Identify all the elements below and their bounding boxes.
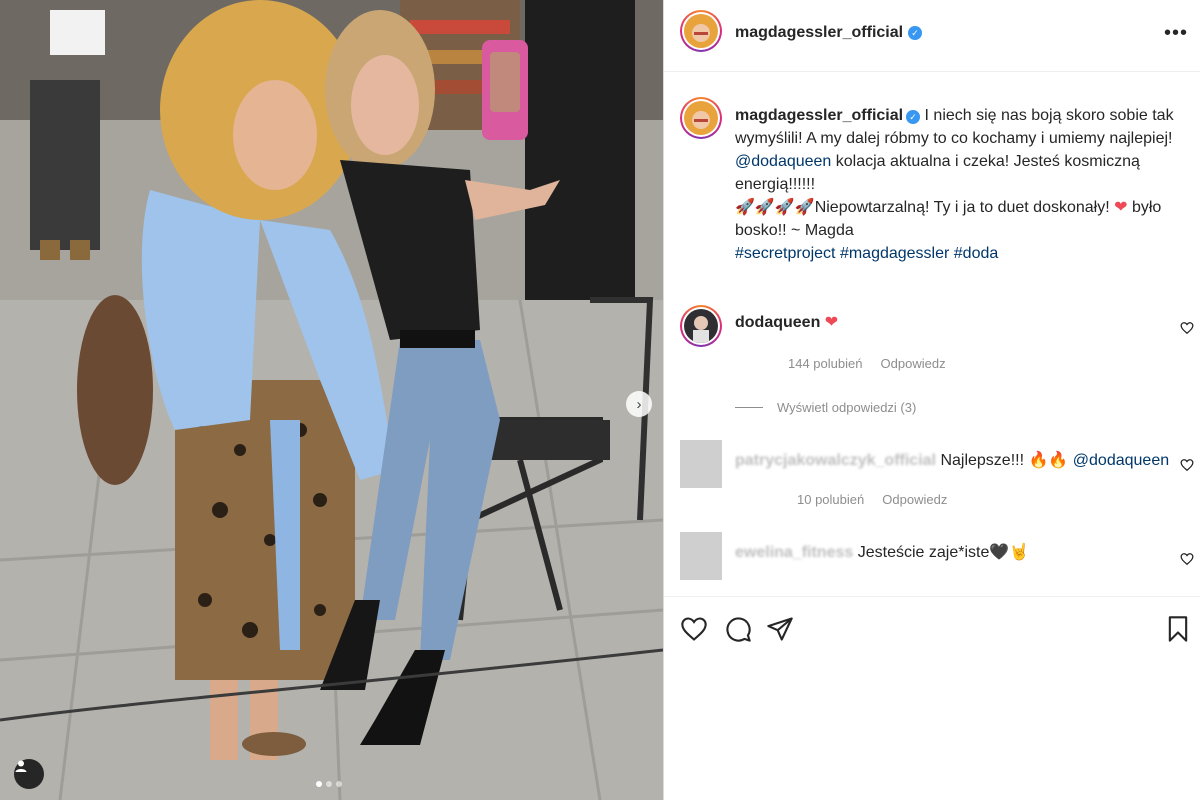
caption-hashtags[interactable]: #secretproject #magdagessler #doda — [735, 245, 998, 262]
instagram-post-view: › magdagessler_official ✓ ••• magdagessl… — [0, 0, 1200, 800]
comment-username-blurred[interactable]: patrycjakowalczyk_official — [735, 452, 936, 469]
comment-body: ewelina_fitness Jesteście zaje*iste🖤🤘 — [735, 542, 1029, 562]
chevron-right-icon: › — [636, 395, 642, 413]
comment-meta: 144 polubień Odpowiedz — [788, 356, 946, 371]
comment-bubble-icon[interactable] — [724, 615, 752, 643]
avatar-image — [684, 309, 718, 343]
heart-emoji: ❤ — [1114, 199, 1128, 216]
like-comment-heart-icon[interactable] — [1180, 552, 1194, 566]
tagged-people-button[interactable] — [14, 759, 44, 789]
verified-badge-icon: ✓ — [908, 26, 923, 40]
reply-button[interactable]: Odpowiedz — [881, 356, 946, 371]
comment-username[interactable]: dodaqueen — [735, 314, 820, 331]
comment-body: dodaqueen ❤ — [735, 312, 838, 332]
post-side-panel: magdagessler_official ✓ ••• magdagessler… — [663, 0, 1200, 800]
commenter-avatar-placeholder[interactable] — [680, 532, 722, 580]
author-name-row: magdagessler_official ✓ — [735, 24, 923, 42]
person-icon — [15, 760, 27, 772]
caption-username[interactable]: magdagessler_official — [735, 107, 903, 124]
author-avatar[interactable] — [680, 10, 722, 52]
comment-likes[interactable]: 144 polubień — [788, 356, 862, 371]
divider-line — [735, 407, 763, 408]
carousel-dot — [316, 781, 322, 787]
comment-body: patrycjakowalczyk_official Najlepsze!!! … — [735, 450, 1169, 470]
carousel-next-button[interactable]: › — [626, 391, 652, 417]
post-photo-illustration — [0, 0, 663, 800]
like-comment-heart-icon[interactable] — [1180, 321, 1194, 335]
verified-badge-icon: ✓ — [906, 110, 921, 124]
commenter-avatar[interactable] — [680, 305, 722, 347]
post-caption: magdagessler_official ✓ I niech się nas b… — [735, 104, 1185, 265]
comment-username-blurred[interactable]: ewelina_fitness — [735, 544, 853, 561]
comment-text: Najlepsze!!! 🔥🔥 — [940, 452, 1069, 469]
caption-mention[interactable]: @dodaqueen — [735, 153, 831, 170]
carousel-dot — [336, 781, 342, 787]
commenter-avatar-placeholder[interactable] — [680, 440, 722, 488]
view-replies-label: Wyświetl odpowiedzi (3) — [777, 400, 917, 415]
avatar-image — [684, 101, 718, 135]
like-heart-icon[interactable] — [680, 615, 708, 643]
comment-text: Jesteście zaje*iste🖤🤘 — [857, 544, 1030, 561]
carousel-dot — [326, 781, 332, 787]
share-paper-plane-icon[interactable] — [766, 615, 794, 643]
post-photo[interactable]: › — [0, 0, 663, 800]
post-header: magdagessler_official ✓ ••• — [664, 0, 1200, 72]
save-bookmark-icon[interactable] — [1164, 615, 1192, 643]
carousel-dots — [316, 781, 342, 787]
comment-text: ❤ — [824, 314, 839, 331]
rocket-emojis: 🚀🚀🚀🚀 — [735, 199, 815, 216]
caption-text-3: Niepowtarzalną! Ty i ja to duet doskonał… — [814, 199, 1110, 216]
post-action-bar — [664, 596, 1200, 800]
caption-author-avatar[interactable] — [680, 97, 722, 139]
comment-meta: 10 polubień Odpowiedz — [797, 492, 947, 507]
more-options-button[interactable]: ••• — [1164, 22, 1188, 45]
avatar-image — [684, 14, 718, 48]
reply-button[interactable]: Odpowiedz — [882, 492, 947, 507]
comment-mention[interactable]: @dodaqueen — [1073, 452, 1169, 469]
like-comment-heart-icon[interactable] — [1180, 458, 1194, 472]
view-replies-button[interactable]: Wyświetl odpowiedzi (3) — [735, 400, 916, 415]
author-username[interactable]: magdagessler_official — [735, 24, 903, 42]
comment-likes[interactable]: 10 polubień — [797, 492, 864, 507]
